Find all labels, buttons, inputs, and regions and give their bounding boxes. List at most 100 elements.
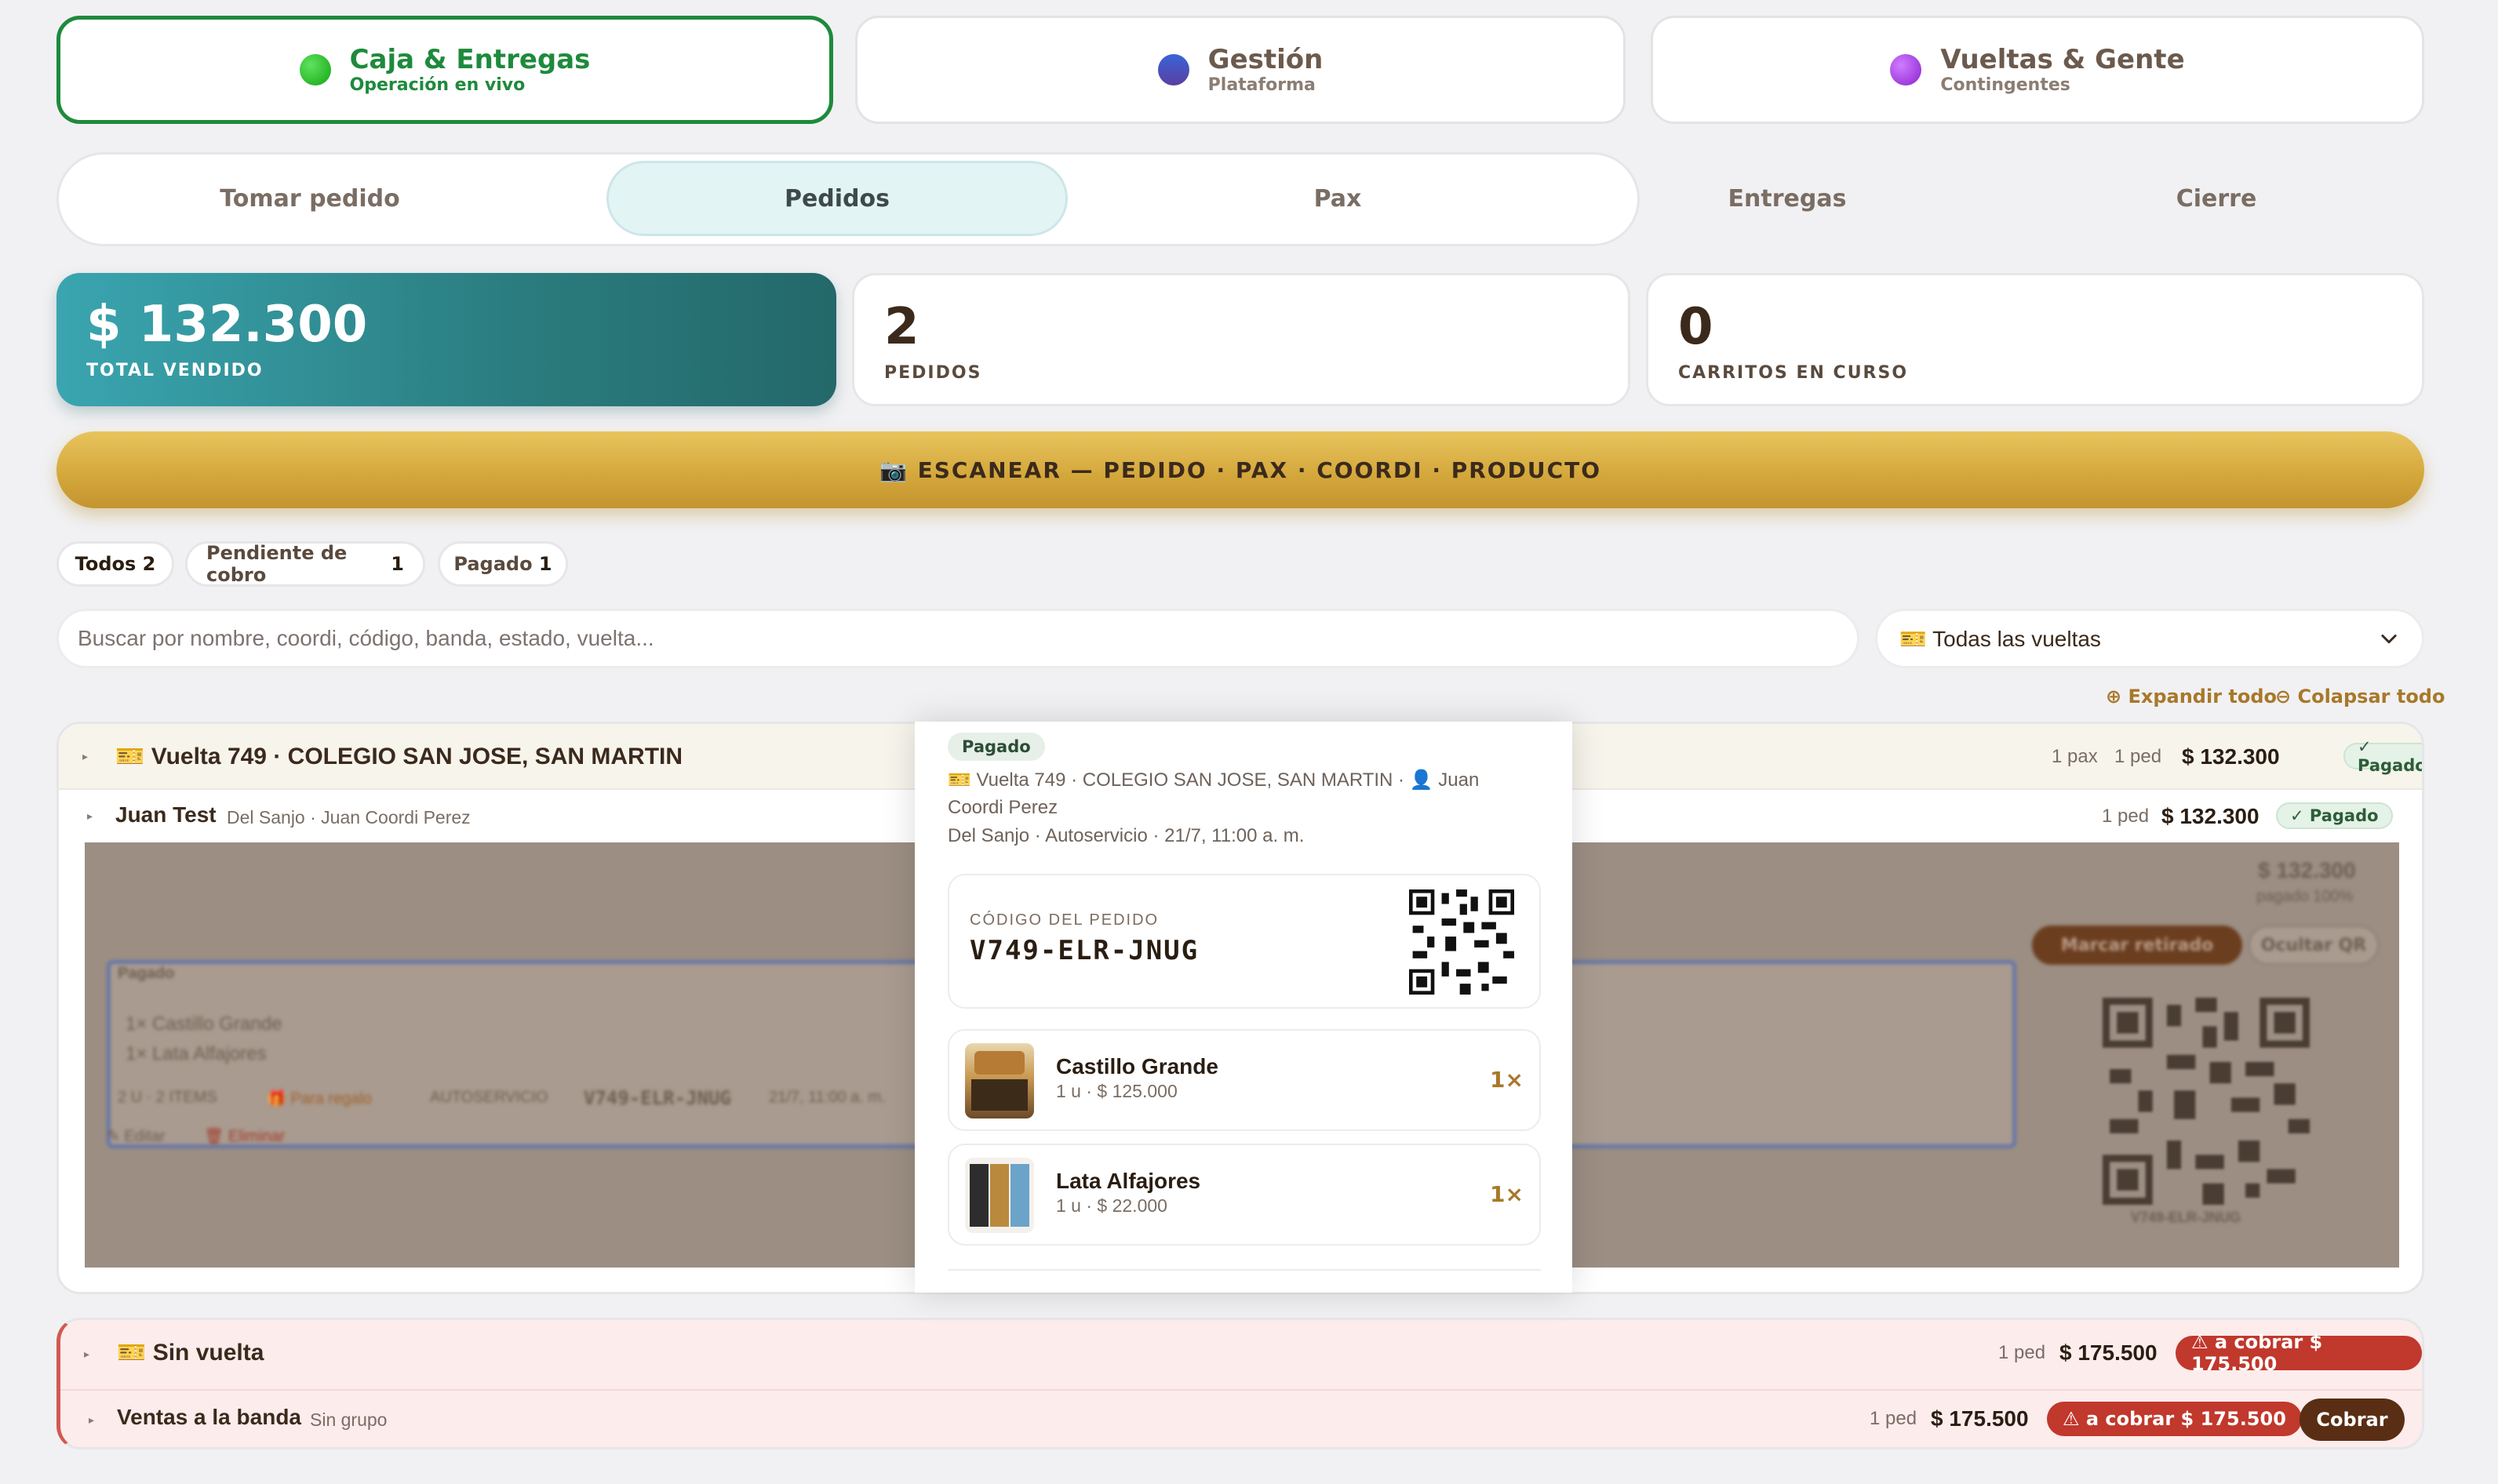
group-amount: $ 132.300 [2182,744,2280,769]
carts-label: CARRITOS EN CURSO [1678,363,1909,383]
qr-code-icon[interactable] [1409,889,1514,995]
person-peds: 1 ped [2102,806,2150,827]
carts-value: 0 [1678,298,1713,356]
expand-all-link[interactable]: ⊕ Expandir todo [2106,686,2277,707]
item-detail: 1 u · $ 125.000 [1056,1081,1178,1101]
dimmed-item-2: 1× Lata Alfajores [126,1043,267,1064]
person-detail: Del Sanjo · Juan Coordi Perez [227,807,471,827]
app-tab-gestion[interactable]: Gestión Plataforma [855,16,1626,124]
collapse-toggle-icon[interactable]: ▸ [82,751,88,763]
person-peds: 1 ped [1870,1408,1917,1429]
item-detail: 1 u · $ 22.000 [1056,1195,1167,1216]
filter-count: 1 [538,553,552,575]
modal-coordi-line: Coordi Perez [948,797,1058,818]
group-amount: $ 175.500 [2059,1340,2158,1365]
tab-pax[interactable]: Pax [1110,161,1565,236]
amount-due-badge: ⚠ a cobrar $ 175.500 [2047,1402,2302,1436]
item-name: Lata Alfajores [1056,1169,1201,1193]
order-item: Lata Alfajores 1 u · $ 22.000 1× [948,1144,1541,1246]
app-tab-title: Vueltas & Gente [1940,44,2185,75]
tab-entregas[interactable]: Entregas [1565,161,2009,236]
status-badge: Pagado [948,733,1045,761]
castillo-thumbnail-icon [965,1043,1034,1118]
orders-count-card: 2 PEDIDOS [852,273,1630,406]
filter-label: Pagado [453,553,533,575]
item-qty: 1× [1490,1181,1524,1207]
app-tab-caja[interactable]: Caja & Entregas Operación en vivo [56,16,833,124]
dimmed-mode: AUTOSERVICIO [430,1089,548,1106]
dimmed-delete: 🗑 Eliminar [204,1128,286,1145]
app-tab-subtitle: Plataforma [1207,75,1316,95]
tab-pedidos[interactable]: Pedidos [606,161,1068,236]
orders-count-value: 2 [884,298,919,356]
group-title: 🎫 Sin vuelta [117,1340,264,1366]
total-sold-card: $ 132.300 TOTAL VENDIDO [56,273,836,406]
person-detail: Sin grupo [310,1409,388,1430]
order-code: V749-ELR-JNUG [970,935,1200,966]
group-peds: 1 ped [1998,1342,2046,1363]
person-amount: $ 175.500 [1931,1406,2029,1431]
total-sold-label: TOTAL VENDIDO [86,361,264,380]
filter-label: Todos [75,553,137,575]
person-amount: $ 132.300 [2161,804,2259,828]
tab-tomar-pedido[interactable]: Tomar pedido [67,161,553,236]
scan-button[interactable]: 📷 ESCANEAR — PEDIDO · PAX · COORDI · PRO… [56,431,2424,508]
order-detail-modal: Pagado 🎫 Vuelta 749 · COLEGIO SAN JOSE, … [915,722,1572,1293]
dimmed-paid: pagado 100% [2256,888,2354,905]
order-item: Castillo Grande 1 u · $ 125.000 1× [948,1029,1541,1131]
person-name: Juan Test [115,802,217,827]
app-tab-title: Gestión [1207,44,1324,75]
dimmed-edit: ✎ Editar [107,1128,166,1145]
search-input[interactable]: Buscar por nombre, coordi, código, banda… [56,609,1859,668]
dimmed-summary: 2 U · 2 ITEMS [118,1089,217,1106]
filter-label: Pendiente de cobro [206,542,348,586]
dimmed-hide-qr: Ocultar QR [2249,926,2379,965]
search-placeholder: Buscar por nombre, coordi, código, banda… [78,626,654,650]
status-dot-icon [299,54,331,85]
dimmed-date: 21/7, 11:00 a. m. [769,1089,886,1106]
dimmed-qr-code: V749-ELR-JNUG [2131,1209,2241,1225]
globe-dot-icon [1157,54,1189,85]
filter-count: 1 [391,553,404,575]
app-tab-subtitle: Operación en vivo [349,75,526,95]
cobrar-button[interactable]: Cobrar [2300,1399,2405,1441]
group-title: 🎫 Vuelta 749 · COLEGIO SAN JOSE, SAN MAR… [115,744,683,769]
app-tab-title: Caja & Entregas [349,44,591,75]
chevron-down-icon [2381,635,2397,644]
section-nav: Tomar pedido Pedidos Pax Entregas Cierre [56,152,2256,246]
order-code-label: CÓDIGO DEL PEDIDO [970,911,1160,929]
dimmed-item-1: 1× Castillo Grande [126,1013,282,1035]
collapse-toggle-icon[interactable]: ▸ [84,1348,89,1361]
filter-pendiente[interactable]: Pendiente de cobro 1 [185,541,425,587]
filter-count: 2 [142,553,156,575]
total-sold-value: $ 132.300 [86,296,368,354]
dimmed-code: V749-ELR-JNUG [584,1087,731,1109]
group-pax: 1 pax [2052,746,2098,767]
collapse-toggle-icon[interactable]: ▸ [87,810,93,823]
app-tab-subtitle: Contingentes [1940,75,2070,95]
collapse-all-link[interactable]: ⊖ Colapsar todo [2275,686,2445,707]
dimmed-total: $ 132.300 [2258,858,2356,882]
modal-meta-line: Del Sanjo · Autoservicio · 21/7, 11:00 a… [948,825,1305,846]
item-name: Castillo Grande [1056,1054,1218,1078]
carts-card: 0 CARRITOS EN CURSO [1646,273,2424,406]
collapse-toggle-icon[interactable]: ▸ [89,1414,94,1427]
status-badge: ✓ Pagado [2343,737,2422,775]
vuelta-select[interactable]: 🎫 Todas las vueltas [1875,609,2424,668]
app-tab-vueltas[interactable]: Vueltas & Gente Contingentes [1651,16,2424,124]
person-name: Ventas a la banda [117,1405,301,1429]
dimmed-gift: 🎁 Para regalo [267,1090,372,1108]
amount-due-badge: ⚠ a cobrar $ 175.500 [2176,1331,2422,1375]
order-code-box: CÓDIGO DEL PEDIDO V749-ELR-JNUG [948,874,1541,1009]
tab-cierre[interactable]: Cierre [2012,161,2420,236]
dimmed-mark-button: Marcar retirado [2032,926,2242,965]
group-peds: 1 ped [2114,746,2162,767]
alfajores-thumbnail-icon [965,1158,1034,1233]
filter-pagado[interactable]: Pagado 1 [438,541,568,587]
status-badge: ✓ Pagado [2276,802,2393,829]
vuelta-select-value: 🎫 Todas las vueltas [1899,626,2101,651]
filter-todos[interactable]: Todos 2 [56,541,174,587]
qr-code-dimmed-icon [2103,998,2310,1205]
orders-count-label: PEDIDOS [884,363,982,383]
dimmed-card-status: Pagado [118,965,175,982]
